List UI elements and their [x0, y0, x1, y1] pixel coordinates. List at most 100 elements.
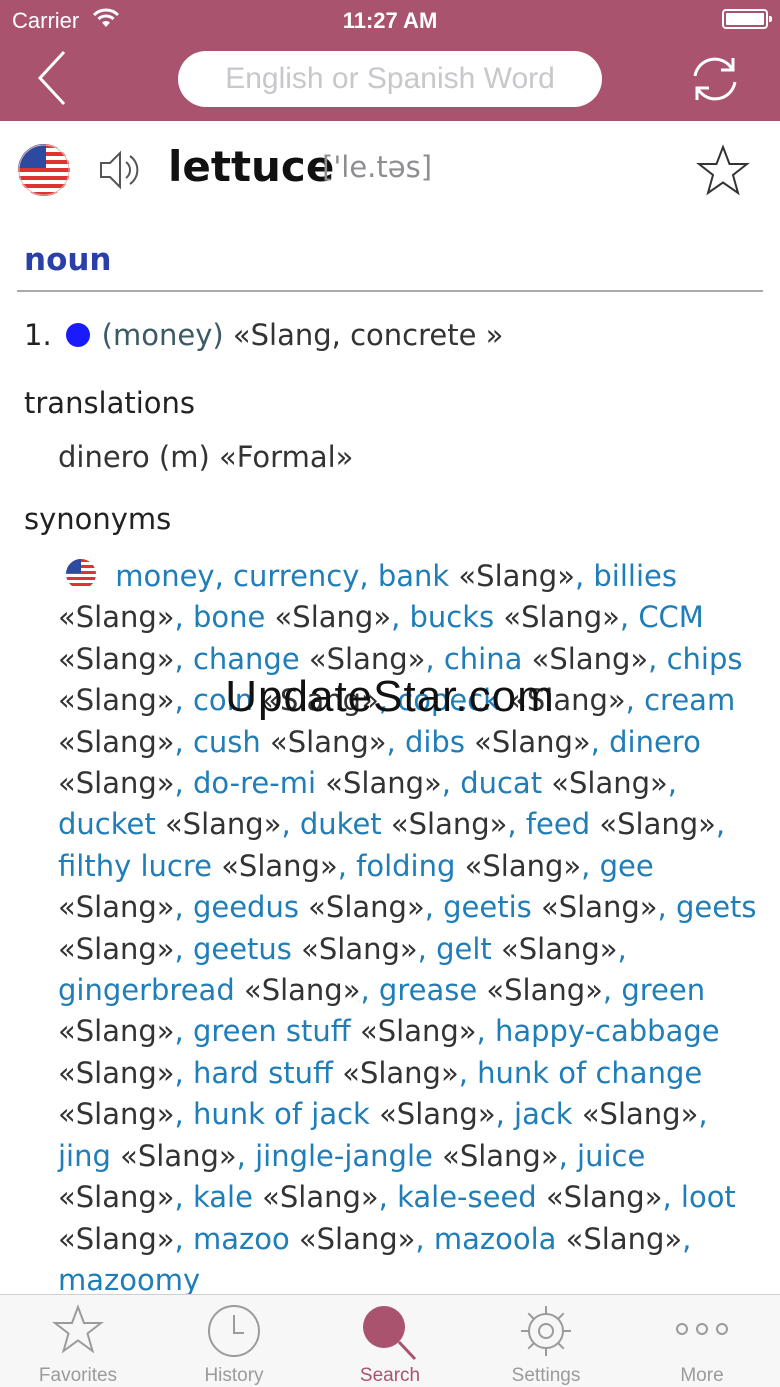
synonym-link[interactable]: CCM [638, 600, 704, 634]
synonym-link[interactable]: jack [514, 1097, 573, 1131]
synonym-register: «Slang» [474, 724, 591, 759]
synonym-link[interactable]: do-re-mi [193, 766, 316, 800]
synonym-link[interactable]: grease [379, 973, 477, 1007]
separator: , [558, 1138, 578, 1173]
synonym-link[interactable]: jingle-jangle [255, 1139, 433, 1173]
tab-settings[interactable]: Settings [468, 1295, 624, 1387]
synonym-link[interactable]: bone [193, 600, 265, 634]
tab-favorites[interactable]: Favorites [0, 1295, 156, 1387]
synonym-register: «Slang» [360, 1014, 477, 1049]
synonym-register: «Slang» [58, 600, 175, 635]
synonym-link[interactable]: dinero [609, 725, 701, 759]
synonym-link[interactable]: gee [600, 849, 654, 883]
synonym-link[interactable]: china [444, 642, 523, 676]
separator: , [360, 973, 379, 1008]
synonym-link[interactable]: ducat [460, 766, 542, 800]
more-dots-icon [676, 1323, 728, 1335]
synonym-link[interactable]: loot [681, 1180, 736, 1214]
switch-language-button[interactable] [686, 50, 744, 108]
synonym-link[interactable]: bank [378, 559, 449, 593]
translation-item[interactable]: dinero (m) «Formal» [58, 440, 353, 474]
synonym-link[interactable]: jing [58, 1139, 111, 1173]
synonym-link[interactable]: geedus [193, 890, 299, 924]
synonym-register: «Slang» [308, 641, 426, 676]
synonym-link[interactable]: dibs [405, 725, 465, 759]
synonym-link[interactable]: chips [667, 642, 743, 676]
synonym-link[interactable]: gelt [436, 932, 492, 966]
synonym-link[interactable]: bucks [410, 600, 495, 634]
back-button[interactable] [30, 48, 78, 108]
synonym-link[interactable]: ducket [58, 807, 156, 841]
synonym-register: «Slang» [531, 641, 649, 676]
favorite-button[interactable] [696, 144, 750, 198]
synonym-link[interactable]: filthy lucre [58, 849, 212, 883]
synonym-register: «Slang» [58, 1097, 175, 1132]
synonym-link[interactable]: billies [593, 559, 677, 593]
separator: , [174, 766, 193, 801]
synonym-link[interactable]: hunk of change [477, 1056, 702, 1090]
synonym-link[interactable]: geets [676, 890, 757, 924]
separator: , [378, 1180, 398, 1215]
tab-history[interactable]: History [156, 1295, 312, 1387]
synonym-link[interactable]: hunk of jack [193, 1097, 370, 1131]
us-flag-icon [66, 559, 96, 589]
status-bar: Carrier 11:27 AM [0, 0, 780, 40]
synonym-link[interactable]: kale-seed [397, 1180, 537, 1214]
separator: , [458, 1055, 478, 1090]
tab-more[interactable]: More [624, 1295, 780, 1387]
separator: , [391, 600, 410, 635]
separator: , [174, 1097, 193, 1132]
synonym-link[interactable]: folding [356, 849, 455, 883]
separator: , [495, 1097, 515, 1132]
synonym-register: «Slang» [545, 1180, 663, 1215]
synonym-link[interactable]: geetis [443, 890, 532, 924]
star-icon [52, 1304, 104, 1354]
separator: , [359, 559, 378, 593]
separator: , [174, 890, 193, 925]
synonym-link[interactable]: change [193, 642, 300, 676]
sense-context: (money) [101, 318, 224, 352]
separator: , [617, 931, 627, 966]
synonym-link[interactable]: happy-cabbage [495, 1014, 720, 1048]
separator: , [425, 641, 444, 676]
separator: , [657, 890, 676, 925]
synonym-link[interactable]: geetus [193, 932, 292, 966]
synonym-link[interactable]: mazoomy [58, 1263, 200, 1297]
synonym-register: «Slang» [58, 1180, 175, 1215]
synonym-link[interactable]: gingerbread [58, 973, 235, 1007]
search-input[interactable] [178, 51, 602, 107]
separator: , [417, 931, 437, 966]
synonym-register: «Slang» [390, 807, 508, 842]
watermark: UpdateStar.com [225, 672, 555, 721]
chevron-left-icon [37, 50, 66, 106]
separator: , [174, 724, 193, 759]
synonym-register: «Slang» [164, 807, 282, 842]
synonym-link[interactable]: green stuff [193, 1014, 351, 1048]
synonym-link[interactable]: mazoola [434, 1222, 557, 1256]
tab-search[interactable]: Search [312, 1295, 468, 1387]
synonym-link[interactable]: mazoo [193, 1222, 290, 1256]
synonym-link[interactable]: hard stuff [193, 1056, 333, 1090]
synonym-register: «Slang» [464, 848, 582, 883]
part-of-speech: noun [24, 242, 112, 278]
synonyms-list: money, currency, bank «Slang», billies «… [58, 556, 758, 1301]
synonym-register: «Slang» [298, 1221, 416, 1256]
synonym-link[interactable]: kale [193, 1180, 253, 1214]
separator: , [441, 766, 461, 801]
pronounce-button[interactable] [98, 146, 142, 194]
synonym-link[interactable]: duket [300, 807, 382, 841]
synonym-link[interactable]: juice [577, 1139, 645, 1173]
synonym-register: «Slang» [301, 931, 418, 966]
synonym-link[interactable]: money [115, 559, 214, 593]
synonym-link[interactable]: green [621, 973, 705, 1007]
separator: , [214, 559, 234, 593]
synonym-register: «Slang» [221, 848, 338, 883]
separator: , [698, 1097, 708, 1132]
separator: , [662, 1180, 681, 1215]
battery-icon [722, 9, 772, 29]
synonym-link[interactable]: cush [193, 725, 261, 759]
synonym-link[interactable]: currency [233, 559, 359, 593]
synonym-link[interactable]: feed [526, 807, 590, 841]
synonym-register: «Slang» [274, 600, 392, 635]
synonym-register: «Slang» [342, 1055, 459, 1090]
